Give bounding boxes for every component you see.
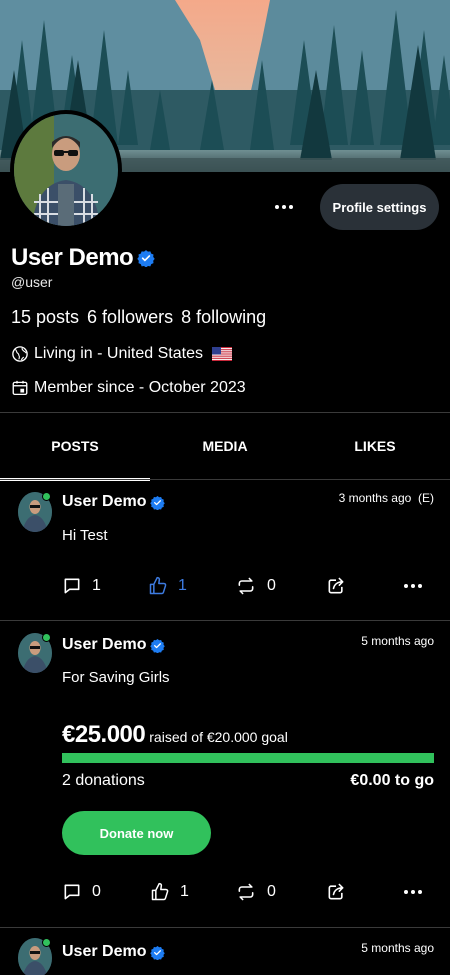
post-author-name: User Demo (62, 493, 147, 510)
like-button[interactable]: 1 (150, 882, 189, 902)
post-actions: 1 1 0 (0, 576, 450, 600)
tab-likes[interactable]: LIKES (300, 413, 450, 479)
amount-raised: €25.000 (62, 721, 146, 748)
following-count[interactable]: 8 following (181, 307, 266, 328)
tab-posts[interactable]: POSTS (0, 413, 150, 481)
us-flag-icon (211, 347, 232, 361)
share-icon (328, 577, 344, 594)
repost-button[interactable]: 0 (235, 576, 276, 596)
post-timestamp: 5 months ago (361, 941, 434, 955)
repost-button[interactable]: 0 (235, 882, 276, 902)
posts-count[interactable]: 15 posts (11, 307, 79, 328)
repost-icon (238, 577, 254, 595)
online-indicator (42, 492, 51, 501)
thumbs-up-icon (151, 882, 169, 901)
donate-button[interactable]: Donate now (62, 811, 211, 855)
globe-icon (12, 346, 28, 362)
verified-badge-icon (150, 945, 166, 960)
like-button[interactable]: 1 (148, 576, 187, 596)
followers-count[interactable]: 6 followers (87, 307, 173, 328)
post-text: Hi Test (62, 527, 108, 544)
profile-location: Living in - United States (11, 345, 232, 363)
profile-name: User Demo (11, 244, 134, 271)
post-author[interactable]: User Demo (62, 493, 166, 511)
share-icon (328, 883, 344, 900)
post-author[interactable]: User Demo (62, 943, 166, 961)
comment-button[interactable]: 1 (62, 576, 101, 596)
post-author-name: User Demo (62, 943, 147, 960)
share-button[interactable] (326, 882, 346, 902)
post-item[interactable]: User Demo 5 months ago (0, 928, 450, 975)
member-since-text: Member since - October 2023 (34, 379, 246, 396)
post-actions: 0 1 0 (0, 882, 450, 906)
donations-count: 2 donations (62, 772, 145, 789)
post-more-button[interactable] (404, 584, 422, 588)
fundraiser-amount: €25.000 raised of €20.000 goal (62, 721, 288, 749)
profile-tabs: POSTS MEDIA LIKES (0, 413, 450, 481)
post-item[interactable]: User Demo 3 months ago (E) Hi Test 1 1 0 (0, 480, 450, 620)
profile-handle: @user (11, 274, 53, 290)
more-horizontal-icon (275, 205, 293, 209)
online-indicator (42, 633, 51, 642)
more-horizontal-icon (404, 584, 422, 588)
profile-more-button[interactable] (266, 196, 302, 218)
post-author-name: User Demo (62, 636, 147, 653)
calendar-icon (12, 380, 28, 396)
post-timestamp: 5 months ago (361, 634, 434, 648)
comment-icon (64, 884, 80, 900)
comment-count: 1 (92, 577, 101, 594)
post-item[interactable]: User Demo 5 months ago For Saving Girls … (0, 621, 450, 927)
comment-count: 0 (92, 883, 101, 900)
repost-icon (238, 883, 254, 901)
verified-badge-icon (137, 250, 155, 267)
goal-text: raised of €20.000 goal (149, 729, 288, 745)
location-text: Living in - United States (34, 345, 203, 362)
online-indicator (42, 938, 51, 947)
like-count: 1 (180, 883, 189, 900)
verified-badge-icon (150, 638, 166, 653)
share-button[interactable] (326, 576, 346, 596)
verified-badge-icon (150, 495, 166, 510)
profile-settings-button[interactable]: Profile settings (320, 184, 439, 230)
post-more-button[interactable] (404, 890, 422, 894)
comment-icon (64, 578, 80, 594)
comment-button[interactable]: 0 (62, 882, 101, 902)
amount-to-go: €0.00 to go (350, 772, 434, 789)
profile-stats: 15 posts 6 followers 8 following (11, 307, 266, 328)
repost-count: 0 (267, 883, 276, 900)
like-count: 1 (178, 577, 187, 594)
more-horizontal-icon (404, 890, 422, 894)
tab-media[interactable]: MEDIA (150, 413, 300, 479)
thumbs-up-icon (149, 576, 167, 595)
fundraiser-progress-bar (62, 753, 434, 763)
post-timestamp: 3 months ago (E) (338, 491, 434, 505)
progress-fill (62, 753, 434, 763)
post-author[interactable]: User Demo (62, 636, 166, 654)
profile-avatar[interactable] (10, 110, 122, 230)
post-text: For Saving Girls (62, 669, 170, 686)
repost-count: 0 (267, 577, 276, 594)
profile-member-since: Member since - October 2023 (11, 379, 246, 397)
profile-name-row: User Demo (11, 244, 155, 272)
